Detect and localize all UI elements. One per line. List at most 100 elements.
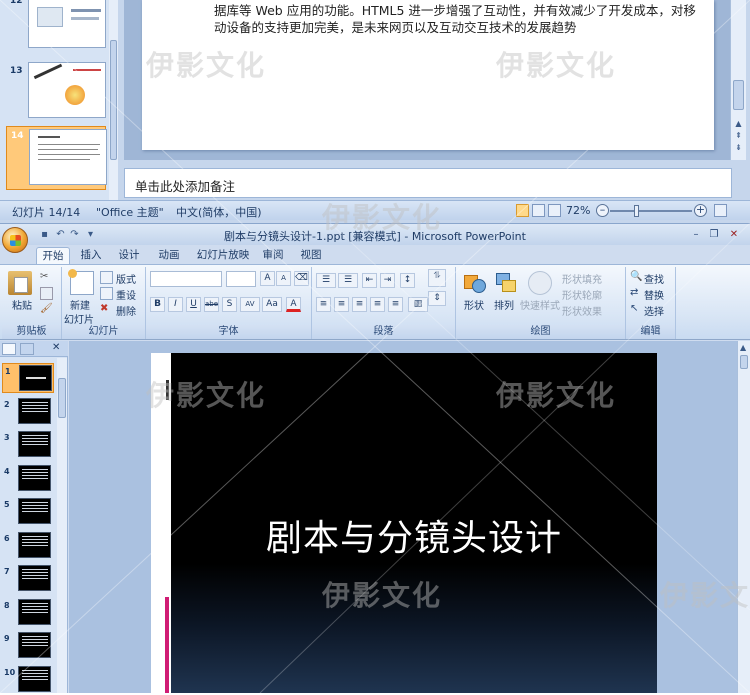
grow-font-button[interactable]: A bbox=[260, 271, 275, 286]
shrink-font-button[interactable]: A bbox=[276, 271, 291, 286]
replace-button[interactable]: 替换 bbox=[644, 287, 664, 302]
text-direction-icon[interactable]: ⥮ bbox=[428, 269, 446, 287]
strikethrough-button[interactable]: abe bbox=[204, 297, 219, 312]
shapes-button[interactable]: 形状 bbox=[464, 297, 484, 312]
zoom-slider-track[interactable] bbox=[610, 210, 692, 212]
format-painter-icon[interactable]: 🖌 bbox=[40, 303, 53, 316]
new-slide-label-1[interactable]: 新建 bbox=[70, 297, 90, 312]
replace-icon[interactable]: ⇄ bbox=[630, 287, 643, 300]
quick-styles-icon[interactable] bbox=[528, 271, 552, 295]
decrease-indent-icon[interactable]: ⇤ bbox=[362, 273, 377, 288]
tab-design[interactable]: 设计 bbox=[114, 247, 144, 264]
outline-tab-icon[interactable] bbox=[20, 343, 34, 355]
shadow-button[interactable]: S bbox=[222, 297, 237, 312]
copy-icon[interactable] bbox=[40, 287, 53, 300]
cut-icon[interactable]: ✂ bbox=[40, 271, 53, 284]
slide-thumbnail[interactable]: 8 bbox=[2, 598, 54, 628]
layout-icon[interactable] bbox=[100, 271, 113, 284]
shape-effects-button[interactable]: 形状效果 bbox=[562, 303, 602, 318]
slide-thumbnail[interactable]: 3 bbox=[2, 430, 54, 460]
slide-show-button[interactable] bbox=[548, 204, 561, 217]
office-button[interactable] bbox=[2, 227, 28, 253]
fit-to-window-button[interactable] bbox=[714, 204, 727, 217]
columns-icon[interactable]: ▥ bbox=[408, 297, 428, 312]
tab-home[interactable]: 开始 bbox=[36, 247, 70, 264]
slide-thumbnail[interactable]: 2 bbox=[2, 397, 54, 427]
top-vertical-scrollbar[interactable]: ▲ ⇞ ⇟ bbox=[730, 0, 746, 160]
arrange-icon[interactable] bbox=[494, 271, 518, 295]
shape-outline-button[interactable]: 形状轮廓 bbox=[562, 287, 602, 302]
slide-thumbnail[interactable]: 5 bbox=[2, 497, 54, 527]
slide-title[interactable]: 剧本与分镜头设计 bbox=[171, 509, 657, 561]
thumbnail-scrollbar[interactable] bbox=[57, 358, 67, 693]
top-thumbnail-12[interactable]: 12 bbox=[6, 0, 106, 54]
zoom-in-button[interactable]: + bbox=[694, 204, 707, 217]
previous-slide-icon[interactable]: ⇞ bbox=[733, 130, 744, 141]
align-center-icon[interactable]: ≡ bbox=[334, 297, 349, 312]
font-color-button[interactable]: A bbox=[286, 297, 301, 312]
select-icon[interactable]: ↖ bbox=[630, 303, 643, 316]
notes-pane[interactable]: 单击此处添加备注 bbox=[124, 168, 732, 198]
font-size-combo[interactable] bbox=[226, 271, 256, 287]
theme-name[interactable]: "Office 主题" bbox=[96, 204, 164, 220]
paste-icon[interactable] bbox=[8, 271, 32, 295]
clear-format-icon[interactable]: ⌫ bbox=[294, 271, 309, 286]
new-slide-icon[interactable] bbox=[68, 269, 94, 295]
find-button[interactable]: 查找 bbox=[644, 271, 664, 286]
layout-button[interactable]: 版式 bbox=[116, 271, 136, 286]
increase-indent-icon[interactable]: ⇥ bbox=[380, 273, 395, 288]
tab-review[interactable]: 审阅 bbox=[258, 247, 288, 264]
delete-button[interactable]: 删除 bbox=[116, 303, 136, 318]
slide-thumbnail[interactable]: 1 bbox=[2, 363, 54, 393]
tab-slide-show[interactable]: 幻灯片放映 bbox=[194, 247, 252, 264]
change-case-button[interactable]: Aa bbox=[262, 297, 282, 312]
zoom-out-button[interactable]: – bbox=[596, 204, 609, 217]
slide-canvas[interactable]: 剧本与分镜头设计 bbox=[171, 353, 657, 693]
bold-button[interactable]: B bbox=[150, 297, 165, 312]
distributed-icon[interactable]: ≡ bbox=[388, 297, 403, 312]
select-button[interactable]: 选择 bbox=[644, 303, 664, 318]
reset-icon[interactable] bbox=[100, 287, 113, 300]
scroll-up-icon[interactable]: ▲ bbox=[733, 118, 744, 129]
shape-fill-button[interactable]: 形状填充 bbox=[562, 271, 602, 286]
new-slide-label-2[interactable]: 幻灯片 bbox=[64, 311, 94, 326]
shapes-icon[interactable] bbox=[464, 271, 488, 295]
quick-styles-button[interactable]: 快速样式 bbox=[520, 297, 560, 312]
tab-animations[interactable]: 动画 bbox=[152, 247, 186, 264]
line-spacing-icon[interactable]: ↕ bbox=[400, 273, 415, 288]
scroll-up-icon[interactable]: ▲ bbox=[740, 343, 746, 352]
close-pane-icon[interactable]: ✕ bbox=[52, 342, 60, 353]
close-button[interactable]: ✕ bbox=[726, 227, 742, 241]
slide-thumbnail[interactable]: 7 bbox=[2, 564, 54, 594]
numbering-icon[interactable]: ☰ bbox=[338, 273, 358, 288]
arrange-button[interactable]: 排列 bbox=[494, 297, 514, 312]
tab-insert[interactable]: 插入 bbox=[76, 247, 106, 264]
slides-tab-icon[interactable] bbox=[2, 343, 16, 355]
italic-button[interactable]: I bbox=[168, 297, 183, 312]
align-right-icon[interactable]: ≡ bbox=[352, 297, 367, 312]
paste-button[interactable]: 粘贴 bbox=[12, 297, 32, 312]
tab-view[interactable]: 视图 bbox=[296, 247, 326, 264]
bullets-icon[interactable]: ☰ bbox=[316, 273, 336, 288]
normal-view-button[interactable] bbox=[516, 204, 529, 217]
justify-icon[interactable]: ≡ bbox=[370, 297, 385, 312]
minimize-button[interactable]: – bbox=[688, 227, 704, 241]
zoom-level[interactable]: 72% bbox=[566, 204, 590, 217]
underline-button[interactable]: U bbox=[186, 297, 201, 312]
top-thumbnail-14-selected[interactable]: 14 bbox=[6, 126, 107, 190]
restore-button[interactable]: ❐ bbox=[706, 227, 722, 241]
align-left-icon[interactable]: ≡ bbox=[316, 297, 331, 312]
slide-thumbnail[interactable]: 6 bbox=[2, 531, 54, 561]
slide-sorter-button[interactable] bbox=[532, 204, 545, 217]
top-thumbnail-13[interactable]: 13 bbox=[6, 62, 106, 122]
zoom-slider-thumb[interactable] bbox=[634, 205, 639, 217]
reset-button[interactable]: 重设 bbox=[116, 287, 136, 302]
slide-thumbnail[interactable]: 10 bbox=[2, 665, 54, 695]
font-name-combo[interactable] bbox=[150, 271, 222, 287]
language-indicator[interactable]: 中文(简体，中国) bbox=[176, 204, 262, 220]
slide-thumbnail[interactable]: 4 bbox=[2, 464, 54, 494]
align-text-icon[interactable]: ⇕ bbox=[428, 291, 446, 306]
vertical-scrollbar[interactable]: ▲ bbox=[737, 341, 750, 693]
top-slide-canvas[interactable]: 据库等 Web 应用的功能。HTML5 进一步增强了互动性，并有效减少了开发成本… bbox=[142, 0, 714, 150]
find-icon[interactable]: 🔍 bbox=[630, 271, 643, 284]
